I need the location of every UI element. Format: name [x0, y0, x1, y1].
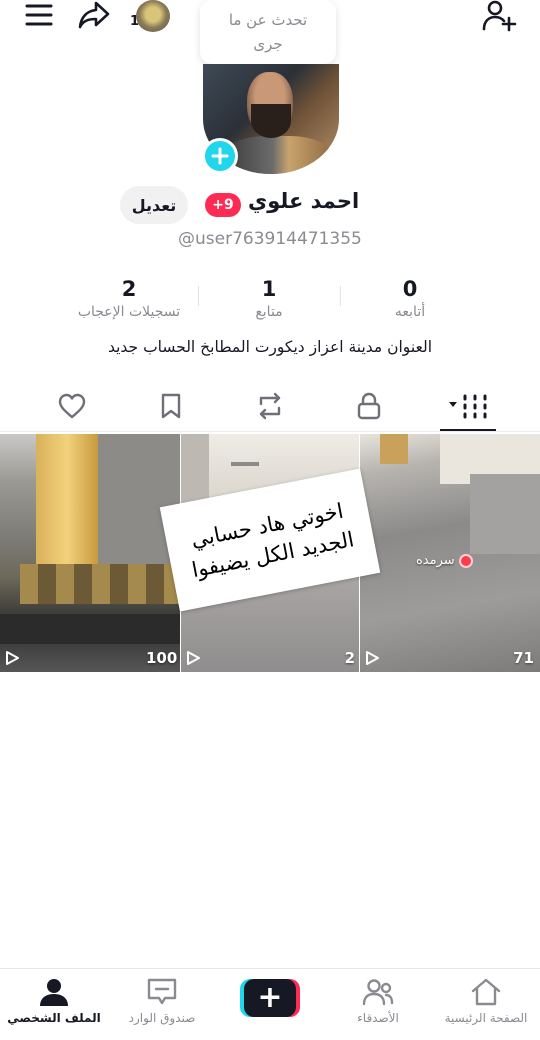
play-icon	[366, 651, 379, 665]
nav-home-label: الصفحة الرئيسية	[444, 1011, 528, 1025]
profile-icon	[40, 979, 68, 1006]
location-pin-icon	[458, 553, 473, 568]
cabinet-light	[36, 434, 98, 584]
views-counter: 71	[364, 649, 538, 667]
profile-name: احمد علوي	[248, 189, 360, 213]
nav-profile[interactable]: الملف الشخصي	[4, 977, 104, 1025]
friends-icon	[362, 979, 394, 1006]
view-count: 100	[146, 649, 178, 667]
view-count: 2	[344, 649, 355, 667]
views-counter: 2	[185, 649, 357, 667]
followers-label: متابع	[255, 304, 283, 320]
create-button[interactable]: +	[240, 979, 300, 1017]
tab-favorites[interactable]	[141, 388, 201, 424]
active-tab-indicator	[440, 429, 496, 431]
story-count: 1	[130, 14, 140, 29]
followers-stat[interactable]: 1 متابع	[209, 276, 329, 322]
following-count: 0	[402, 277, 418, 301]
nav-inbox-label: صندوق الوارد	[128, 1011, 196, 1025]
countertop	[0, 614, 180, 644]
location-tag: سرمده	[416, 553, 473, 568]
plus-icon: +	[244, 979, 296, 1017]
nav-friends[interactable]: الأصدقاء	[328, 977, 428, 1025]
followers-count: 1	[261, 277, 277, 301]
repost-icon	[259, 392, 281, 420]
notification-badge[interactable]: +9	[205, 193, 241, 217]
likes-stat[interactable]: 2 تسجيلات الإعجاب	[64, 276, 194, 322]
home-icon	[471, 978, 501, 1006]
play-icon	[6, 651, 19, 665]
nav-home[interactable]: الصفحة الرئيسية	[436, 977, 536, 1025]
stat-divider	[198, 286, 199, 306]
heart-icon	[58, 393, 86, 419]
edit-profile-button[interactable]: تعديل	[120, 186, 188, 224]
play-icon	[187, 651, 200, 665]
video-tile[interactable]: 100	[0, 434, 180, 672]
add-story-plus-icon[interactable]	[202, 138, 238, 174]
tab-reposts[interactable]	[240, 388, 300, 424]
tabs-divider	[0, 431, 540, 432]
view-count: 71	[513, 649, 534, 667]
likes-label: تسجيلات الإعجاب	[77, 304, 181, 320]
nav-profile-label: الملف الشخصي	[7, 1011, 101, 1025]
counter-block	[470, 474, 540, 554]
share-icon[interactable]	[76, 0, 112, 30]
grid-icon	[449, 394, 487, 419]
views-counter: 100	[4, 649, 177, 667]
drawer-handle	[231, 462, 259, 466]
bottom-navigation: الصفحة الرئيسية الأصدقاء + صندوق الوارد …	[0, 968, 540, 1040]
username: @user763914471355	[178, 229, 362, 249]
story-avatar[interactable]	[136, 0, 170, 32]
profile-bio: العنوان مدينة اعزاز ديكورت المطابخ الحسا…	[107, 338, 433, 356]
window	[380, 434, 408, 464]
bookmark-icon	[161, 393, 181, 419]
following-label: أتابعه	[394, 304, 426, 320]
tab-private[interactable]	[339, 388, 399, 424]
nav-friends-label: الأصدقاء	[357, 1011, 399, 1025]
stat-divider	[340, 286, 341, 306]
tab-liked[interactable]	[42, 388, 102, 424]
following-stat[interactable]: 0 أتابعه	[350, 276, 470, 322]
tab-videos[interactable]	[438, 388, 498, 424]
avatar-body	[223, 136, 333, 174]
status-bubble[interactable]: تحدث عن ما جرى	[200, 0, 336, 64]
likes-count: 2	[121, 277, 137, 301]
nav-inbox[interactable]: صندوق الوارد	[112, 977, 212, 1025]
backsplash	[20, 564, 180, 604]
location-text: سرمده	[416, 553, 455, 568]
menu-icon[interactable]	[22, 0, 56, 30]
lock-icon	[357, 392, 381, 420]
inbox-icon	[147, 978, 177, 1005]
avatar-beard	[251, 104, 291, 138]
add-friend-icon[interactable]	[480, 0, 520, 32]
